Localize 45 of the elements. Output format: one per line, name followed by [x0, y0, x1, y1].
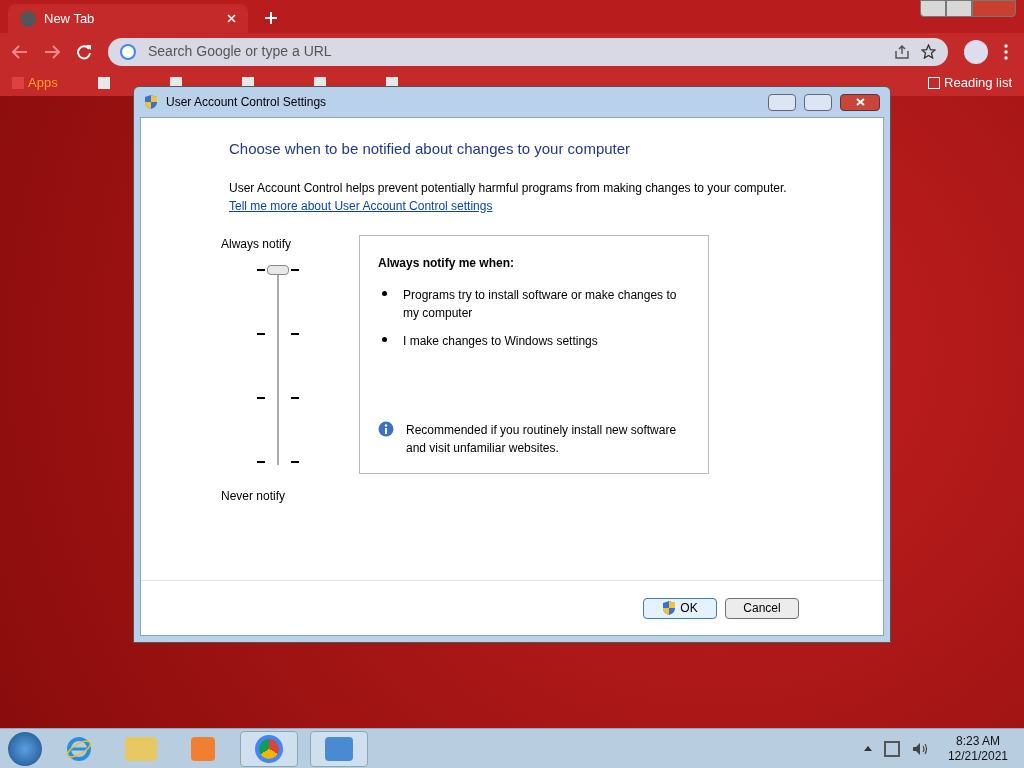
info-title: Always notify me when:	[378, 254, 516, 272]
share-icon[interactable]	[895, 44, 909, 59]
clock-date[interactable]: 12/21/2021	[947, 748, 1008, 764]
tray-arrow-icon[interactable]	[863, 746, 872, 751]
window-title: User Account Control Settings	[166, 94, 328, 111]
speaker-icon[interactable]	[911, 741, 928, 756]
slider-bottom-label: Never notify	[221, 487, 286, 505]
recommendation-note: Recommended if you routinely install new software and visit unfamiliar websites.	[406, 421, 678, 457]
bookmark-icon	[12, 77, 24, 89]
star-icon[interactable]	[921, 44, 936, 59]
shield-icon	[662, 600, 677, 616]
plus-icon[interactable]	[264, 11, 278, 25]
info-bullet: Programs try to install software or make changes to my computer	[403, 286, 678, 322]
avatar-icon[interactable]	[964, 39, 988, 64]
bullet-icon	[382, 290, 387, 296]
slider-top-label: Always notify	[221, 235, 292, 253]
cancel-button[interactable]: Cancel	[725, 597, 799, 619]
tab-title: New Tab	[44, 9, 96, 28]
reload-icon[interactable]	[76, 43, 92, 60]
close-button[interactable]	[840, 93, 880, 111]
list-icon	[928, 77, 941, 89]
dialog-heading: Choose when to be notified about changes to your computer	[229, 139, 632, 159]
maximize-button[interactable]	[804, 93, 832, 111]
info-icon	[378, 420, 394, 437]
clock-time[interactable]: 8:23 AM	[955, 733, 1000, 749]
help-link[interactable]: Tell me more about User Account Control settings	[229, 196, 493, 215]
close-icon[interactable]	[227, 14, 236, 23]
info-bullet: I make changes to Windows settings	[403, 332, 598, 350]
shield-icon	[144, 94, 158, 110]
browser-tab[interactable]: New Tab	[8, 4, 248, 33]
start-button[interactable]	[8, 731, 42, 766]
restore-button[interactable]	[946, 0, 972, 17]
slider-thumb[interactable]	[267, 264, 289, 275]
bookmark-icon[interactable]	[97, 77, 110, 89]
close-icon	[855, 98, 865, 106]
search-engine-icon	[120, 43, 136, 60]
description-text: User Account Control helps prevent potentially harmful programs from making changes to your computer.	[229, 179, 788, 197]
bullet-icon	[382, 336, 387, 342]
globe-icon	[20, 10, 36, 27]
reading-list[interactable]: Reading list	[928, 73, 1012, 93]
ok-button[interactable]: OK	[643, 597, 717, 619]
minimize-button[interactable]	[768, 93, 796, 111]
address-bar[interactable]: Search Google or type a URL	[108, 37, 948, 66]
menu-icon[interactable]	[1004, 43, 1008, 60]
minimize-button[interactable]	[920, 0, 946, 17]
